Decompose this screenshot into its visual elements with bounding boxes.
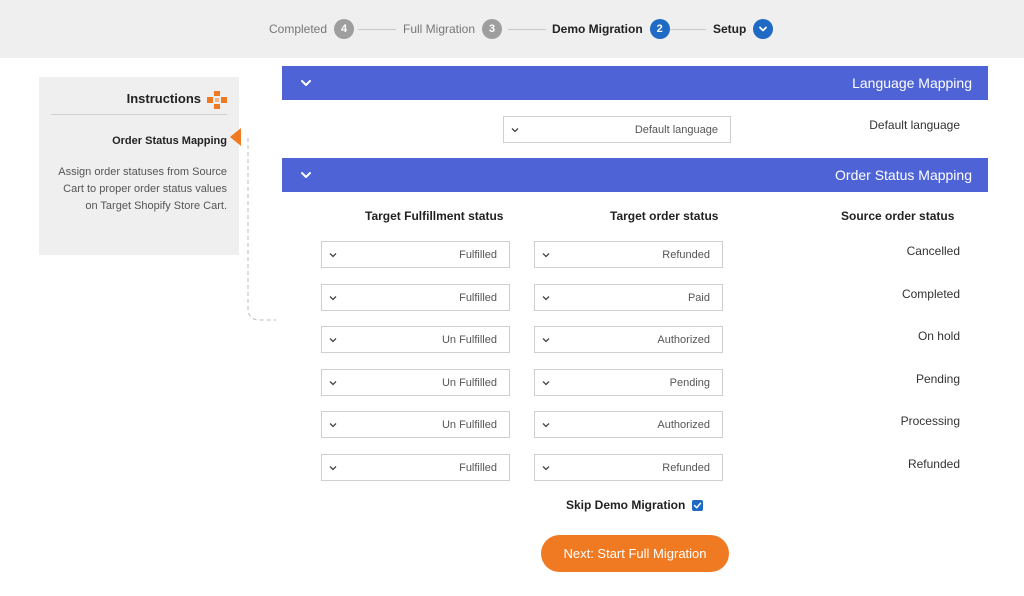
skip-demo-checkbox[interactable] xyxy=(692,499,704,511)
chevron-down-icon xyxy=(542,423,550,428)
fulfillment-status-value: Un Fulfilled xyxy=(441,334,497,346)
fulfillment-status-select[interactable]: Un Fulfilled xyxy=(321,326,510,353)
chevron-down-icon xyxy=(542,466,550,471)
chevron-down-icon xyxy=(301,172,311,178)
fulfillment-status-value: Fulfilled xyxy=(459,292,497,304)
target-status-value: Refunded xyxy=(662,462,710,474)
fulfillment-status-select[interactable]: Fulfilled xyxy=(321,454,510,481)
step-setup-label: Setup xyxy=(713,22,747,36)
chevron-down-icon xyxy=(329,338,337,343)
step-setup[interactable]: Setup xyxy=(713,19,774,39)
step-full-migration[interactable]: Full Migration 3 xyxy=(403,19,503,39)
source-status-cancelled: Cancelled xyxy=(906,244,960,258)
target-status-value: Authorized xyxy=(657,334,710,346)
chevron-down-icon xyxy=(329,253,337,258)
language-mapping-header[interactable]: Language Mapping xyxy=(282,66,988,100)
step-full-label: Full Migration xyxy=(403,22,476,36)
chevron-down-icon xyxy=(329,466,337,471)
order-status-mapping-title: Order Status Mapping xyxy=(835,167,972,183)
instructions-subtitle: Order Status Mapping xyxy=(112,135,227,147)
step-demo-migration[interactable]: Demo Migration 2 xyxy=(552,19,670,39)
chevron-down-icon xyxy=(542,253,550,258)
fulfillment-status-select[interactable]: Fulfilled xyxy=(321,241,510,268)
target-status-select[interactable]: Paid xyxy=(534,284,723,311)
source-status-completed: Completed xyxy=(901,287,960,301)
source-status-header: Source order status xyxy=(841,209,955,223)
target-status-value: Refunded xyxy=(662,249,710,261)
fulfillment-status-value: Fulfilled xyxy=(459,249,497,261)
instructions-text: Assign order statuses from Source Cart t… xyxy=(58,166,227,212)
step-completed[interactable]: Completed 4 xyxy=(269,19,355,39)
fulfillment-status-value: Un Fulfilled xyxy=(441,419,497,431)
step-demo-label: Demo Migration xyxy=(552,22,643,36)
fulfillment-status-select[interactable]: Fulfilled xyxy=(321,284,510,311)
fulfillment-status-value: Un Fulfilled xyxy=(441,377,497,389)
source-status-refunded: Refunded xyxy=(907,457,960,471)
target-status-header: Target order status xyxy=(610,209,719,223)
target-status-value: Paid xyxy=(687,292,710,304)
chevron-down-icon xyxy=(542,381,550,386)
default-language-label: Default language xyxy=(869,118,960,132)
source-status-on-hold: On hold xyxy=(917,329,960,343)
chevron-down-icon xyxy=(329,381,337,386)
check-icon xyxy=(753,19,774,39)
start-full-migration-button[interactable]: Next: Start Full Migration xyxy=(541,535,729,572)
language-mapping-title: Language Mapping xyxy=(852,75,972,91)
step-completed-label: Completed xyxy=(269,22,328,36)
target-status-value: Authorized xyxy=(657,419,710,431)
chevron-down-icon xyxy=(301,80,311,86)
dashed-connector xyxy=(247,138,276,321)
instructions-panel: Instructions Order Status Mapping Assign… xyxy=(39,77,239,255)
chevron-down-icon xyxy=(329,296,337,301)
target-status-select[interactable]: Authorized xyxy=(534,411,723,438)
fulfillment-status-select[interactable]: Un Fulfilled xyxy=(321,369,510,396)
skip-demo-label: Skip Demo Migration xyxy=(566,498,686,512)
default-language-value: Default language xyxy=(634,124,718,136)
chevron-down-icon xyxy=(511,128,519,133)
step-demo-number: 2 xyxy=(649,19,670,39)
step-completed-number: 4 xyxy=(334,19,355,39)
order-status-mapping-header[interactable]: Order Status Mapping xyxy=(282,158,988,192)
target-status-select[interactable]: Pending xyxy=(534,369,723,396)
chevron-down-icon xyxy=(542,338,550,343)
source-status-processing: Processing xyxy=(900,414,960,428)
default-language-select[interactable]: Default language xyxy=(503,116,731,143)
lifebuoy-icon xyxy=(207,91,227,109)
chevron-down-icon xyxy=(329,423,337,428)
fulfillment-status-select[interactable]: Un Fulfilled xyxy=(321,411,510,438)
source-status-pending: Pending xyxy=(915,372,960,386)
instructions-header: Instructions xyxy=(51,91,227,115)
instructions-title: Instructions xyxy=(126,91,201,106)
chevron-down-icon xyxy=(542,296,550,301)
target-status-value: Pending xyxy=(669,377,710,389)
target-status-select[interactable]: Authorized xyxy=(534,326,723,353)
target-status-select[interactable]: Refunded xyxy=(534,454,723,481)
fulfillment-status-value: Fulfilled xyxy=(459,462,497,474)
skip-demo-migration[interactable]: Skip Demo Migration xyxy=(566,498,704,512)
fulfillment-status-header: Target Fulfillment status xyxy=(365,209,504,223)
target-status-select[interactable]: Refunded xyxy=(534,241,723,268)
migration-stepper: Setup Demo Migration 2 Full Migration 3 … xyxy=(0,0,1024,58)
checkmark-icon xyxy=(694,502,702,508)
step-full-number: 3 xyxy=(482,19,503,39)
